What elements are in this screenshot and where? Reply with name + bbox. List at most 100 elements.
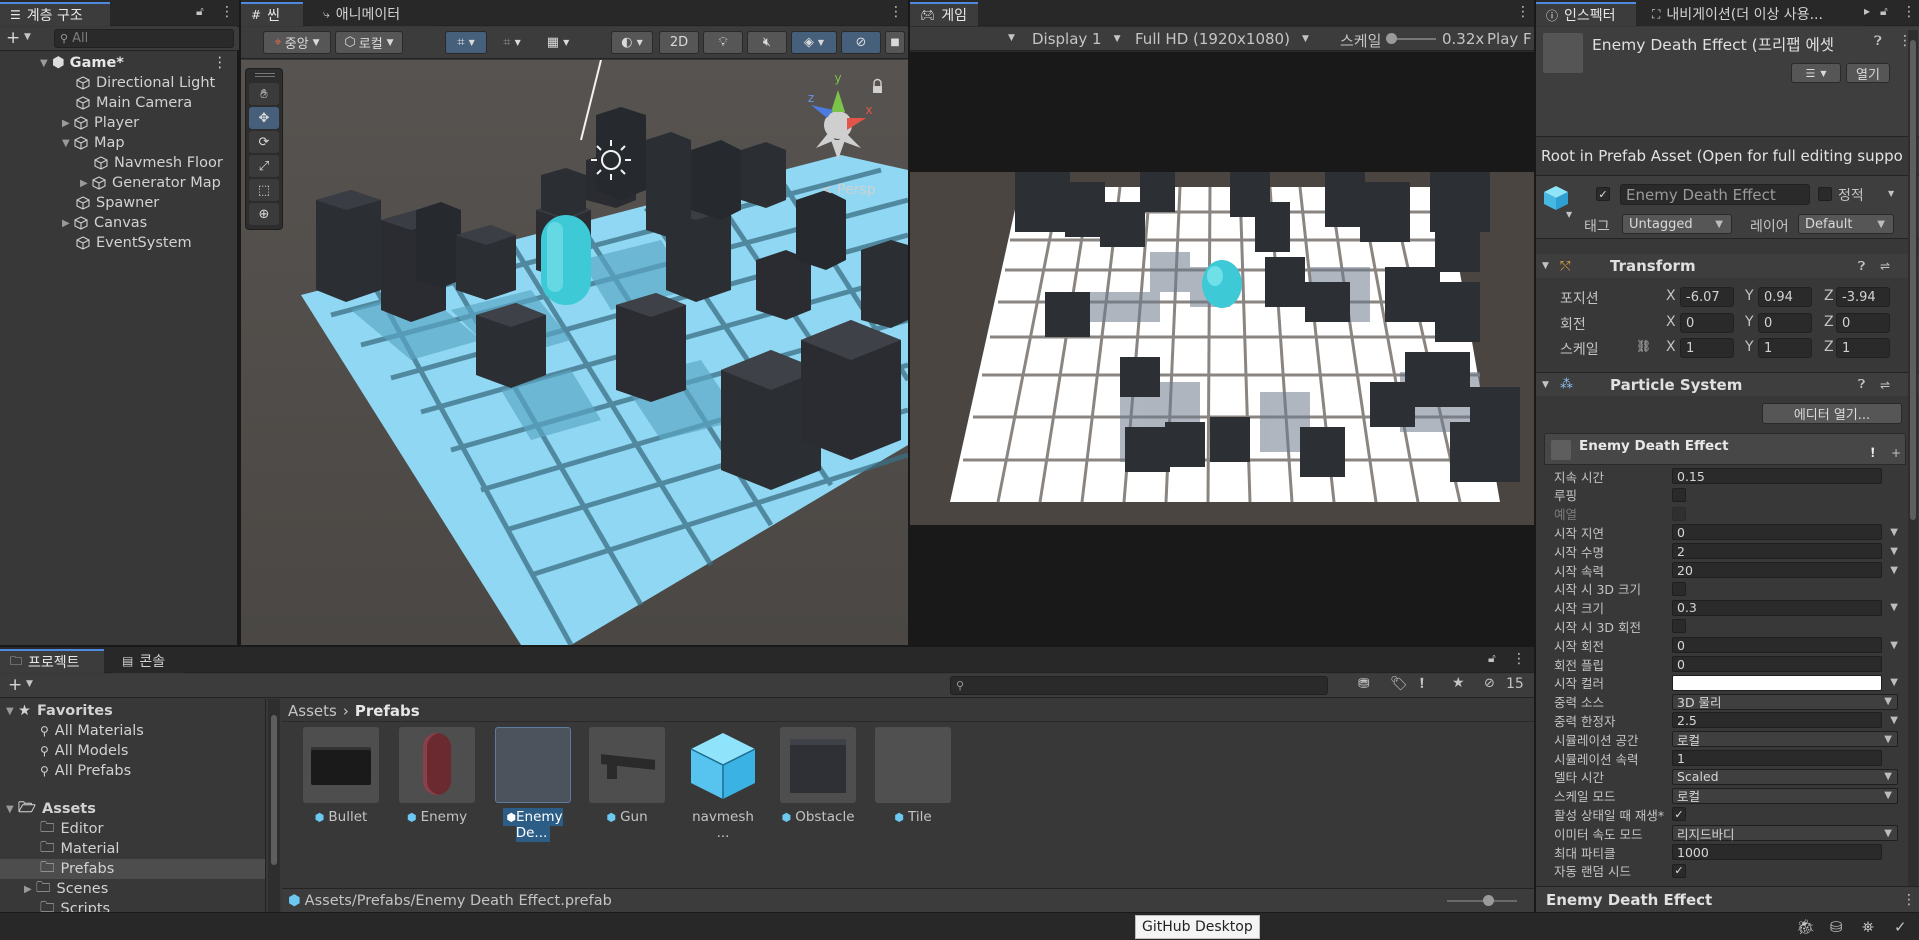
particle-property-field[interactable]: 20 (1672, 562, 1882, 578)
particle-property-dropdown[interactable]: 리지드바디 (1672, 825, 1898, 842)
particle-property-dropdown[interactable]: 로컬 (1672, 787, 1898, 804)
grid-snap-button[interactable]: ⌗ ▼ (445, 31, 487, 54)
chevron-down-icon[interactable]: ▼ (24, 32, 31, 42)
favorite-all-models[interactable]: ⚲ All Models (0, 741, 265, 761)
scale-tool-button[interactable]: ⤢ (249, 155, 279, 177)
more-menu-icon[interactable]: ⋮ (889, 4, 903, 20)
chevron-down-icon[interactable]: ▼ (1890, 677, 1898, 688)
tab-hierarchy[interactable]: ☰ 계층 구조 (0, 2, 110, 26)
folder-tree-scrollbar[interactable] (268, 699, 280, 912)
gizmos-button[interactable]: ■ (885, 31, 905, 54)
rotation-x-field[interactable]: 0 (1680, 313, 1734, 333)
rect-tool-button[interactable]: ⬚ (249, 179, 279, 201)
rotation-z-field[interactable]: 0 (1836, 313, 1890, 333)
asset-item-obstacle[interactable]: ⬢ Obstacle (779, 727, 857, 825)
start-color-swatch[interactable] (1672, 674, 1882, 691)
lock-icon[interactable]: 🔓︎ (196, 4, 204, 19)
tab-scene[interactable]: # 씬 (241, 2, 303, 26)
chevron-down-icon[interactable]: ▼ (1890, 565, 1898, 576)
collapse-arrow-icon[interactable]: ▶ (80, 178, 92, 189)
inspector-scrollbar[interactable] (1908, 30, 1918, 886)
chevron-down-icon[interactable]: ▼ (26, 679, 33, 689)
effects-toggle[interactable]: ◈ ▼ (791, 31, 837, 54)
hierarchy-item-directional-light[interactable]: Directional Light (0, 73, 237, 93)
favorite-all-prefabs[interactable]: ⚲ All Prefabs (0, 761, 265, 781)
tab-game[interactable]: 🎮︎ 게임 (910, 2, 978, 26)
chevron-down-icon[interactable]: ▼ (1890, 602, 1898, 613)
tab-console[interactable]: ▤ 콘솔 (112, 649, 184, 673)
tab-inspector[interactable]: ⓘ 인스펙터 (1536, 2, 1636, 26)
asset-item-bullet[interactable]: ⬢ Bullet (302, 727, 380, 825)
particle-property-dropdown[interactable]: 3D 물리 (1672, 693, 1898, 710)
chevron-down-icon[interactable]: ▼ (1890, 640, 1898, 651)
active-checkbox[interactable]: ✓ (1596, 187, 1610, 201)
breadcrumb-assets[interactable]: Assets (288, 702, 337, 720)
chevron-down-icon[interactable]: ▼ (1890, 546, 1898, 557)
folder-tree-scrollbar-thumb[interactable] (271, 715, 277, 865)
position-z-field[interactable]: -3.94 (1836, 287, 1890, 307)
particle-property-field[interactable]: 1000 (1672, 844, 1882, 860)
preset-icon[interactable]: ⇌ (1880, 378, 1890, 392)
help-icon[interactable]: ❓︎ (1858, 377, 1865, 392)
scale-slider[interactable] (1386, 33, 1436, 44)
collapse-arrow-icon[interactable]: ▶ (62, 118, 74, 129)
warning-icon[interactable]: ❗︎ (1871, 446, 1875, 461)
rotate-tool-button[interactable]: ⟳ (249, 131, 279, 153)
hierarchy-item-map[interactable]: ▼ Map (0, 133, 237, 153)
particle-property-checkbox[interactable] (1672, 581, 1686, 596)
hierarchy-item-generator-map[interactable]: ▶ Generator Map (0, 173, 237, 193)
asset-item-gun[interactable]: ⬢ Gun (588, 727, 666, 825)
position-x-field[interactable]: -6.07 (1680, 287, 1734, 307)
hidden-packages-icon[interactable]: ⊘ (1484, 676, 1495, 691)
tab-scroll-icon[interactable]: ▸ (1864, 4, 1870, 18)
mode-2d-button[interactable]: 2D (659, 31, 699, 54)
collapse-arrow-icon[interactable]: ▶ (62, 218, 74, 229)
particle-property-field[interactable]: 0.15 (1672, 468, 1882, 484)
scale-y-field[interactable]: 1 (1758, 338, 1812, 358)
particle-module-header[interactable]: Enemy Death Effect ❗︎ + (1544, 433, 1906, 465)
chevron-down-icon[interactable]: ▼ (1890, 527, 1898, 538)
lock-icon[interactable]: 🔓︎ (1488, 651, 1496, 666)
chevron-down-icon[interactable]: ▼ (1890, 715, 1898, 726)
grid-visibility-button[interactable]: ▦ ▼ (537, 31, 579, 54)
collapse-arrow-icon[interactable]: ▶ (24, 884, 36, 895)
transform-header[interactable]: ▼ ⤲ Transform ❓︎ ⇌ ⋮ (1536, 254, 1919, 278)
snap-increment-button[interactable]: ⌗ ▼ (491, 31, 533, 54)
particle-property-checkbox[interactable]: ✓ (1672, 863, 1686, 878)
search-by-type-icon[interactable]: ⛃ (1358, 676, 1370, 692)
static-checkbox[interactable] (1818, 187, 1832, 201)
auto-generate-lighting-icon[interactable]: ⛯ (1862, 918, 1874, 936)
particle-property-checkbox[interactable]: ✓ (1672, 807, 1686, 822)
rotation-y-field[interactable]: 0 (1758, 313, 1812, 333)
object-name-field[interactable]: Enemy Death Effect (1620, 184, 1810, 205)
particle-property-field[interactable]: 2.5 (1672, 712, 1882, 729)
preset-icon[interactable]: ⇌ (1880, 259, 1890, 273)
hand-tool-button[interactable]: ✋︎ (249, 83, 279, 105)
game-viewport[interactable] (910, 52, 1534, 645)
asset-item-enemy-death-effect[interactable]: ⬢Enemy De... (493, 727, 573, 842)
hierarchy-item-navmesh-floor[interactable]: Navmesh Floor (0, 153, 237, 173)
layer-dropdown[interactable]: Default ▼ (1798, 214, 1894, 234)
scale-z-field[interactable]: 1 (1836, 338, 1890, 358)
open-editor-button[interactable]: 에디터 열기... (1762, 403, 1902, 424)
display-dropdown[interactable]: Display 1 ▼ (1032, 27, 1132, 50)
debug-icon[interactable]: 🐞︎ (1796, 918, 1815, 936)
chevron-down-icon[interactable]: ▼ (1884, 734, 1892, 745)
play-focus-dropdown[interactable]: Play F (1487, 27, 1534, 50)
audio-toggle[interactable]: 🔇︎ (747, 31, 787, 54)
gizmo-persp-label[interactable]: < Persp (821, 182, 876, 198)
particle-property-field[interactable]: 0 (1672, 524, 1882, 541)
hierarchy-item-canvas[interactable]: ▶ Canvas (0, 213, 237, 233)
more-menu-icon[interactable]: ⋮ (1902, 892, 1916, 908)
scale-slider-thumb[interactable] (1386, 33, 1397, 44)
particle-property-field[interactable]: 0 (1672, 656, 1882, 672)
hierarchy-search-input[interactable]: ⚲ All (54, 29, 234, 48)
more-menu-icon[interactable]: ⋮ (1512, 651, 1526, 667)
open-prefab-button[interactable]: 열기 (1846, 63, 1890, 83)
particle-property-checkbox[interactable] (1672, 619, 1686, 634)
expand-arrow-icon[interactable]: ▼ (1542, 380, 1549, 390)
hierarchy-item-player[interactable]: ▶ Player (0, 113, 237, 133)
hierarchy-item-main-camera[interactable]: Main Camera (0, 93, 237, 113)
chevron-down-icon[interactable]: ▼ (1884, 771, 1892, 782)
particle-property-field[interactable]: 1 (1672, 750, 1882, 766)
